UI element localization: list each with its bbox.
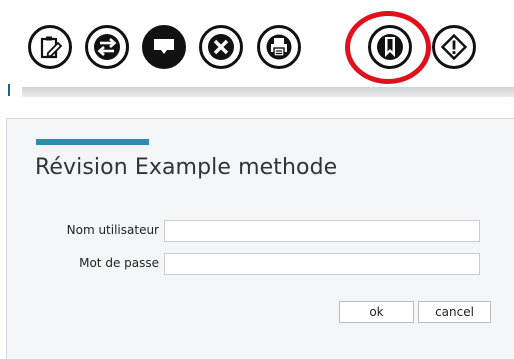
close-icon	[206, 32, 236, 62]
warning-button[interactable]	[432, 25, 476, 69]
close-button[interactable]	[199, 25, 243, 69]
password-field[interactable]	[164, 253, 480, 275]
clipboard-edit-icon	[37, 34, 63, 60]
printer-icon	[265, 33, 293, 61]
bookmark-icon	[375, 32, 405, 62]
title-accent-bar	[36, 139, 149, 145]
username-field[interactable]	[164, 220, 480, 242]
username-label: Nom utilisateur	[66, 223, 159, 237]
comment-button[interactable]	[142, 25, 186, 69]
comment-icon	[151, 34, 177, 60]
warning-icon	[440, 33, 468, 61]
edit-clipboard-button[interactable]	[28, 25, 72, 69]
cancel-button[interactable]: cancel	[418, 301, 491, 323]
login-dialog: Révision Example methode Nom utilisateur…	[6, 118, 514, 359]
toolbar-separator	[8, 84, 10, 96]
toolbar	[0, 0, 514, 97]
dialog-title: Révision Example methode	[35, 155, 338, 180]
toolbar-bottom-bar	[22, 87, 514, 97]
swap-button[interactable]	[85, 25, 129, 69]
password-label: Mot de passe	[79, 256, 159, 270]
ok-button[interactable]: ok	[339, 301, 414, 323]
bookmark-button[interactable]	[368, 25, 412, 69]
print-button[interactable]	[257, 25, 301, 69]
swap-arrows-icon	[92, 32, 122, 62]
